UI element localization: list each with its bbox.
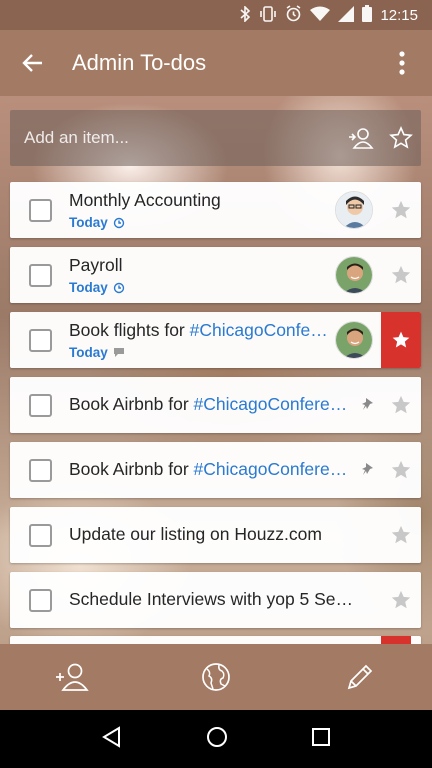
star-button[interactable] — [381, 247, 421, 303]
triangle-back-icon — [102, 725, 121, 748]
pencil-icon — [347, 664, 373, 690]
star-icon — [391, 265, 411, 284]
star-button[interactable] — [381, 377, 421, 433]
task-title: Payroll — [69, 255, 123, 275]
hashtag-link[interactable]: #ChicagoConfere… — [194, 394, 348, 414]
assign-user-button[interactable] — [341, 110, 381, 166]
task-title: Book Airbnb for #ChicagoConfere… — [69, 394, 348, 414]
task-title: Update our listing on Houzz.com — [69, 524, 322, 544]
battery-icon — [362, 5, 373, 25]
task-row[interactable]: Payroll Today — [10, 247, 421, 303]
star-outline-icon — [389, 126, 413, 149]
bluetooth-icon — [239, 4, 251, 25]
task-row[interactable]: Update our listing on Houzz.com — [10, 507, 421, 563]
app-bar: Admin To-dos — [0, 30, 432, 96]
circle-home-icon — [206, 726, 227, 747]
task-checkbox[interactable] — [29, 394, 52, 417]
star-icon — [391, 460, 411, 479]
bottom-toolbar — [0, 644, 432, 710]
task-due: Today — [69, 345, 125, 360]
task-checkbox[interactable] — [29, 524, 52, 547]
background-photo — [0, 96, 432, 646]
pin-icon — [362, 397, 374, 416]
avatar — [335, 321, 373, 359]
publish-button[interactable] — [186, 647, 246, 707]
assign-user-icon — [349, 128, 374, 149]
globe-icon — [202, 663, 230, 691]
star-button[interactable] — [381, 182, 421, 238]
task-checkbox[interactable] — [29, 459, 52, 482]
back-button[interactable] — [0, 30, 66, 96]
star-button[interactable] — [381, 572, 421, 628]
signal-icon — [338, 5, 355, 25]
pin-icon — [362, 462, 374, 481]
vibrate-icon — [259, 5, 277, 25]
star-filled-icon — [392, 331, 410, 348]
task-row[interactable]: Schedule Interviews with yop 5 Seni… — [10, 572, 421, 628]
alarm-icon — [285, 5, 302, 25]
star-icon — [391, 590, 411, 609]
task-title: Schedule Interviews with yop 5 Seni… — [69, 589, 354, 609]
avatar — [335, 256, 373, 294]
edit-list-button[interactable] — [330, 647, 390, 707]
back-nav-button[interactable] — [101, 725, 123, 753]
task-row[interactable]: Book Airbnb for #ChicagoConfere… — [10, 442, 421, 498]
star-button[interactable] — [381, 110, 421, 166]
status-bar: 12:15 — [0, 0, 432, 30]
add-member-icon — [56, 663, 89, 691]
task-title: Monthly Accounting — [69, 190, 221, 210]
add-item-bar — [10, 110, 421, 166]
task-row[interactable]: Monthly Accounting Today — [10, 182, 421, 238]
recents-nav-button[interactable] — [311, 727, 331, 752]
system-nav-bar — [0, 710, 432, 768]
add-item-input[interactable] — [10, 110, 341, 166]
share-list-button[interactable] — [42, 647, 102, 707]
hashtag-link[interactable]: #ChicagoConfe… — [190, 320, 328, 340]
task-checkbox[interactable] — [29, 589, 52, 612]
square-recents-icon — [311, 727, 330, 746]
star-button[interactable] — [381, 312, 421, 368]
home-nav-button[interactable] — [206, 726, 228, 753]
task-due: Today — [69, 215, 125, 230]
avatar — [335, 191, 373, 229]
task-checkbox[interactable] — [29, 264, 52, 287]
task-title: Book flights for #ChicagoConfe… — [69, 320, 328, 340]
star-icon — [391, 395, 411, 414]
task-checkbox[interactable] — [29, 199, 52, 222]
task-due: Today — [69, 280, 125, 295]
task-checkbox[interactable] — [29, 329, 52, 352]
page-title: Admin To-dos — [72, 50, 207, 75]
star-icon — [391, 200, 411, 219]
task-row[interactable]: Book Airbnb for #ChicagoConfere… — [10, 377, 421, 433]
star-button[interactable] — [381, 442, 421, 498]
star-button[interactable] — [381, 507, 421, 563]
wifi-icon — [310, 6, 331, 25]
comment-icon — [113, 348, 124, 357]
task-title: Book Airbnb for #ChicagoConfere… — [69, 459, 348, 479]
arrow-left-icon — [22, 54, 42, 72]
repeat-icon — [113, 282, 124, 293]
status-time: 12:15 — [380, 6, 418, 24]
star-icon — [391, 525, 411, 544]
hashtag-link[interactable]: #ChicagoConfere… — [194, 459, 348, 479]
more-options-button[interactable] — [372, 30, 432, 96]
repeat-icon — [113, 217, 124, 228]
more-vert-icon — [399, 51, 405, 75]
task-row[interactable]: Book flights for #ChicagoConfe… Today — [10, 312, 421, 368]
